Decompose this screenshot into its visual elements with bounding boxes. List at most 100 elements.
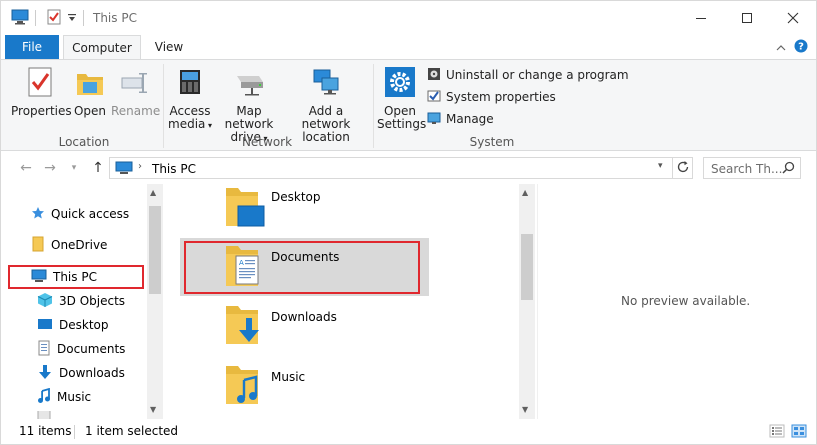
manage-button[interactable]: Manage: [427, 110, 494, 128]
group-label-system: System: [469, 135, 515, 149]
open-button[interactable]: Open: [71, 66, 109, 118]
system-properties-button[interactable]: System properties: [427, 88, 556, 106]
network-location-icon: [287, 66, 365, 101]
breadcrumb-chevron-icon: ›: [138, 161, 142, 172]
breadcrumb: This PC: [152, 162, 196, 176]
computer-icon: [115, 161, 133, 178]
maximize-button[interactable]: [724, 1, 770, 35]
manage-icon: [427, 111, 441, 128]
nav-label-onedrive: OneDrive: [51, 238, 108, 252]
back-arrow-icon[interactable]: ←: [17, 159, 35, 177]
system-properties-label: System properties: [446, 90, 556, 104]
close-button[interactable]: [770, 1, 816, 35]
search-icon[interactable]: [782, 161, 795, 177]
chevron-down-icon[interactable]: [67, 12, 77, 26]
selection-count: 1 item selected: [85, 424, 179, 438]
folder-label-desktop: Desktop: [271, 190, 321, 204]
title-separator: [83, 10, 84, 26]
map-network-drive-button[interactable]: Map network drive ▾: [213, 66, 285, 145]
large-icons-view-icon[interactable]: [791, 423, 807, 442]
desktop-icon: [37, 317, 53, 334]
content-scrollbar-thumb[interactable]: [521, 234, 533, 300]
settings-gear-icon: [377, 66, 423, 101]
map-drive-label-1: Map network: [224, 104, 274, 131]
nav-scrollbar[interactable]: ▲ ▼: [147, 184, 163, 419]
properties-button[interactable]: Properties: [11, 66, 72, 118]
svg-text:?: ?: [798, 42, 804, 53]
access-media-label-2: media: [168, 117, 206, 131]
scroll-down-icon[interactable]: ▼: [150, 405, 156, 414]
item-count: 11 items: [19, 424, 72, 438]
cube-icon: [37, 292, 53, 311]
help-icon[interactable]: ?: [794, 39, 808, 56]
content-pane: Desktop A Documents Downloads Music ▲ ▼: [164, 184, 536, 419]
nav-scrollbar-thumb[interactable]: [149, 206, 161, 294]
expand-ribbon-icon[interactable]: [776, 41, 786, 55]
content-scrollbar[interactable]: ▲ ▼: [519, 184, 535, 419]
recent-locations-icon[interactable]: ▾: [65, 159, 83, 177]
nav-label-music: Music: [57, 390, 92, 404]
maximize-icon: [742, 13, 752, 23]
media-icon: [167, 66, 213, 101]
folder-downloads-icon: [226, 306, 259, 344]
nav-item-onedrive[interactable]: OneDrive: [31, 235, 107, 255]
folder-open-icon: [71, 66, 109, 101]
picture-icon: [37, 411, 51, 419]
rename-icon: [111, 66, 157, 101]
preview-pane: No preview available.: [537, 184, 816, 419]
group-label-location: Location: [58, 135, 110, 149]
system-properties-icon: [427, 89, 441, 106]
properties-label: Properties: [11, 104, 72, 118]
folder-label-music: Music: [271, 370, 306, 384]
computer-icon: [11, 9, 29, 28]
ribbon-controls: ?: [776, 39, 808, 56]
search-placeholder: Search Th...: [711, 162, 783, 176]
refresh-icon[interactable]: [677, 160, 690, 177]
window-title: This PC: [93, 11, 137, 25]
group-separator: [373, 64, 374, 148]
highlight-box-this-pc: [8, 265, 144, 289]
scroll-down-icon[interactable]: ▼: [522, 405, 528, 414]
tab-computer[interactable]: Computer: [63, 35, 141, 60]
download-icon: [37, 364, 53, 383]
up-arrow-icon[interactable]: ↑: [89, 159, 107, 177]
minimize-button[interactable]: [678, 1, 724, 35]
chevron-down-icon[interactable]: ▾: [658, 161, 663, 171]
open-settings-label-2: Settings: [377, 117, 427, 131]
preview-message: No preview available.: [621, 294, 751, 308]
add-location-label-1: Add a network: [301, 104, 351, 131]
nav-item-music[interactable]: Music: [37, 387, 91, 407]
rename-button[interactable]: Rename: [111, 66, 161, 118]
document-icon: [37, 340, 51, 359]
address-bar[interactable]: › This PC ▾: [109, 157, 693, 179]
nav-item-quick-access[interactable]: Quick access: [31, 204, 129, 224]
navigation-pane: Quick access OneDrive This PC 3D Objects…: [1, 184, 163, 419]
highlight-box-documents: [184, 241, 420, 294]
tab-view[interactable]: View: [143, 35, 195, 59]
open-settings-button[interactable]: Open Settings: [377, 66, 427, 131]
add-network-location-button[interactable]: Add a network location: [287, 66, 365, 144]
nav-item-documents[interactable]: Documents: [37, 339, 125, 359]
properties-icon: [11, 66, 69, 101]
star-icon: [31, 206, 45, 223]
scroll-up-icon[interactable]: ▲: [150, 188, 156, 197]
uninstall-program-button[interactable]: Uninstall or change a program: [427, 66, 629, 84]
title-separator: [35, 10, 36, 26]
tab-file[interactable]: File: [5, 35, 59, 59]
nav-item-3d-objects[interactable]: 3D Objects: [37, 291, 125, 311]
access-media-button[interactable]: Access media ▾: [167, 66, 213, 132]
manage-label: Manage: [446, 112, 494, 126]
search-input[interactable]: Search Th...: [703, 157, 801, 179]
status-separator: [74, 425, 75, 439]
rename-label: Rename: [111, 104, 161, 118]
details-view-icon[interactable]: [769, 423, 785, 442]
close-icon: [787, 12, 799, 24]
properties-quick-icon[interactable]: [47, 9, 61, 28]
music-icon: [37, 387, 51, 407]
scroll-up-icon[interactable]: ▲: [522, 188, 528, 197]
forward-arrow-icon[interactable]: →: [41, 159, 59, 177]
nav-label-quick-access: Quick access: [51, 207, 130, 221]
uninstall-label: Uninstall or change a program: [446, 68, 629, 82]
nav-item-desktop[interactable]: Desktop: [37, 315, 109, 335]
nav-item-downloads[interactable]: Downloads: [37, 363, 125, 383]
